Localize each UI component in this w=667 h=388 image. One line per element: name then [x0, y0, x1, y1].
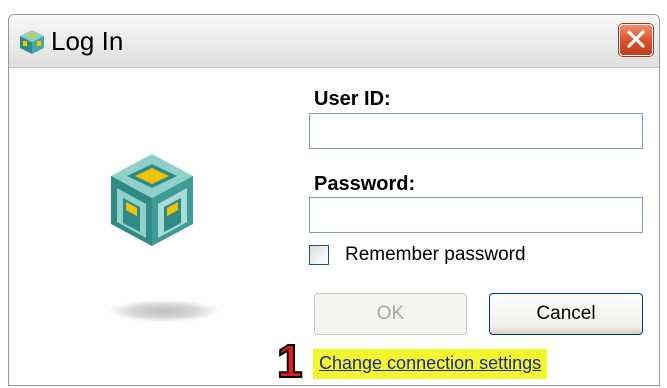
cube-app-icon — [19, 29, 45, 55]
login-dialog: Log In User ID: Password: Remember passw… — [8, 14, 660, 386]
annotation-marker: 1 — [276, 335, 304, 386]
dialog-body: User ID: Password: Remember password OK … — [9, 68, 659, 385]
password-label: Password: — [314, 173, 416, 195]
cube-logo-icon — [109, 152, 195, 248]
logo-shadow — [109, 300, 219, 322]
change-connection-settings-link[interactable]: Change connection settings — [313, 349, 548, 379]
close-icon — [627, 30, 645, 48]
ok-button[interactable]: OK — [314, 293, 467, 335]
user-id-input[interactable] — [309, 113, 643, 149]
remember-password-checkbox[interactable] — [309, 245, 329, 265]
user-id-label: User ID: — [314, 88, 391, 110]
password-input[interactable] — [309, 197, 643, 233]
cancel-button[interactable]: Cancel — [489, 293, 643, 335]
close-button[interactable] — [619, 24, 653, 56]
dialog-title: Log In — [51, 26, 124, 56]
remember-password-label[interactable]: Remember password — [345, 244, 526, 266]
title-bar: Log In — [9, 15, 659, 68]
